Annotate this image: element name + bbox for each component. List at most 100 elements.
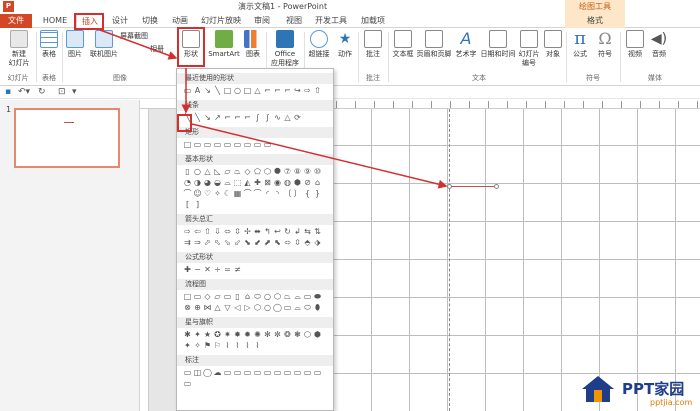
shape-option[interactable]: ✱ <box>183 330 192 340</box>
shape-option[interactable]: ⌇ <box>233 341 242 351</box>
shape-option[interactable]: ◯ <box>203 368 212 378</box>
shape-option[interactable]: ▭ <box>233 140 242 150</box>
tab-design[interactable]: 设计 <box>108 14 132 28</box>
shape-option[interactable]: ▭ <box>253 140 262 150</box>
shape-option[interactable]: A <box>193 86 202 96</box>
shape-option[interactable]: ○ <box>193 167 202 177</box>
shape-option[interactable]: ⊘ <box>303 178 312 188</box>
shape-option[interactable]: ⇨ <box>183 227 192 237</box>
slide-thumbnail[interactable] <box>14 108 120 168</box>
shape-option[interactable]: ↘ <box>203 86 212 96</box>
album-button[interactable]: 相册 <box>150 45 178 54</box>
symbol-button[interactable]: Ω 符号 <box>594 30 616 59</box>
shape-option[interactable]: ▭ <box>223 368 232 378</box>
shape-option[interactable]: ☾ <box>223 189 232 199</box>
shape-option[interactable]: ⌇ <box>243 341 252 351</box>
shape-option[interactable]: ✚ <box>253 178 262 188</box>
shape-option[interactable]: ⬀ <box>203 238 212 248</box>
shape-option[interactable]: ⑧ <box>293 167 302 177</box>
shape-option[interactable]: ✧ <box>193 341 202 351</box>
shape-option[interactable]: ⬘ <box>303 238 312 248</box>
qat-menu-icon[interactable]: ▾ <box>72 86 77 99</box>
shape-option[interactable]: ✚ <box>183 265 192 275</box>
shape-option[interactable]: ▭ <box>213 140 222 150</box>
shape-option[interactable]: ↪ <box>293 86 302 96</box>
tab-slideshow[interactable]: 幻灯片放映 <box>198 14 244 28</box>
shape-option[interactable]: ⇧ <box>313 86 322 96</box>
shape-option[interactable]: ◝ <box>273 189 282 199</box>
save-icon[interactable]: ▪ <box>5 86 11 99</box>
shape-option[interactable]: ✼ <box>273 330 282 340</box>
action-button[interactable]: ★ 动作 <box>334 30 356 59</box>
shape-option[interactable]: ✪ <box>213 330 222 340</box>
redo-icon[interactable]: ↻ <box>38 86 46 99</box>
shape-option[interactable]: ▭ <box>303 368 312 378</box>
shape-option[interactable]: ⬭ <box>303 303 312 313</box>
tab-home[interactable]: HOME <box>40 14 70 28</box>
shape-option[interactable]: ▭ <box>283 368 292 378</box>
shape-option[interactable]: ▱ <box>223 167 232 177</box>
line-start-handle[interactable] <box>447 184 452 189</box>
tab-animations[interactable]: 动画 <box>168 14 192 28</box>
shape-option[interactable]: ⌂ <box>243 292 252 302</box>
shape-option[interactable]: ⌇ <box>253 341 262 351</box>
shape-option[interactable]: ▭ <box>283 303 292 313</box>
office-apps-button[interactable]: Office 应用程序 <box>268 30 302 68</box>
shape-option[interactable]: ◑ <box>193 178 202 188</box>
shape-option[interactable]: ╲ <box>193 113 202 123</box>
shape-option[interactable]: ⇒ <box>193 238 202 248</box>
shape-option[interactable]: ⇳ <box>233 227 242 237</box>
shape-option[interactable]: ✦ <box>193 330 202 340</box>
slide-number-button[interactable]: 幻灯片 编号 <box>516 30 542 68</box>
shape-option[interactable]: ≠ <box>233 265 242 275</box>
shape-option[interactable]: ✕ <box>203 265 212 275</box>
shape-option[interactable]: ♡ <box>203 189 212 199</box>
tab-file[interactable]: 文件 <box>0 14 32 28</box>
shape-option[interactable]: ∫ <box>263 113 272 123</box>
shape-option[interactable]: ○ <box>233 86 242 96</box>
shape-option[interactable]: 〔 <box>283 189 292 199</box>
equation-button[interactable]: π 公式 <box>568 30 592 59</box>
shape-option[interactable]: ⬡ <box>273 292 282 302</box>
shape-option[interactable]: ⬃ <box>233 238 242 248</box>
shape-option[interactable]: ⌒ <box>243 189 252 199</box>
shape-option[interactable]: ÷ <box>213 265 222 275</box>
shape-option[interactable]: ⌓ <box>293 303 302 313</box>
drawn-line-shape[interactable] <box>449 186 497 187</box>
shape-option[interactable]: ⑩ <box>313 167 322 177</box>
shape-option[interactable]: □ <box>243 86 252 96</box>
hyperlink-button[interactable]: 超链接 <box>306 30 332 59</box>
shape-option[interactable]: ▭ <box>203 140 212 150</box>
object-button[interactable]: 对象 <box>542 30 564 59</box>
shape-option[interactable]: ⬡ <box>303 330 312 340</box>
shape-option[interactable]: ⬗ <box>313 238 322 248</box>
shape-option[interactable]: ▭ <box>223 140 232 150</box>
shape-option[interactable]: ⏢ <box>233 167 242 177</box>
shape-option[interactable]: ▦ <box>233 189 242 199</box>
shape-option[interactable]: ⬋ <box>253 238 262 248</box>
shape-option[interactable]: ▭ <box>313 368 322 378</box>
shape-option[interactable]: ⊠ <box>263 178 272 188</box>
shape-option[interactable]: ⬢ <box>313 330 322 340</box>
shape-option[interactable]: ▭ <box>233 368 242 378</box>
shape-option[interactable]: ⬭ <box>253 292 262 302</box>
chart-button[interactable]: 图表 <box>242 30 264 59</box>
slide-canvas-grid[interactable] <box>334 109 700 411</box>
powerpoint-app-icon[interactable]: P <box>3 1 14 12</box>
shape-option[interactable]: ╲ <box>213 86 222 96</box>
shape-option[interactable]: ▭ <box>193 140 202 150</box>
shape-option[interactable]: □ <box>183 292 192 302</box>
shape-option[interactable]: ▭ <box>183 368 192 378</box>
shape-option[interactable]: ▭ <box>263 140 272 150</box>
shape-option[interactable]: ⌐ <box>263 86 272 96</box>
shape-option[interactable]: ⬄ <box>223 227 232 237</box>
shape-option[interactable]: ⬬ <box>313 292 322 302</box>
shape-option[interactable]: ⚐ <box>213 341 222 351</box>
shape-option[interactable]: [ <box>183 200 192 210</box>
shape-option[interactable]: ⌐ <box>243 113 252 123</box>
shape-option[interactable]: □ <box>183 140 192 150</box>
shape-option[interactable]: △ <box>253 86 262 96</box>
smartart-button[interactable]: SmartArt <box>206 30 242 59</box>
shape-option[interactable]: ▭ <box>303 292 312 302</box>
shape-option[interactable]: △ <box>283 113 292 123</box>
